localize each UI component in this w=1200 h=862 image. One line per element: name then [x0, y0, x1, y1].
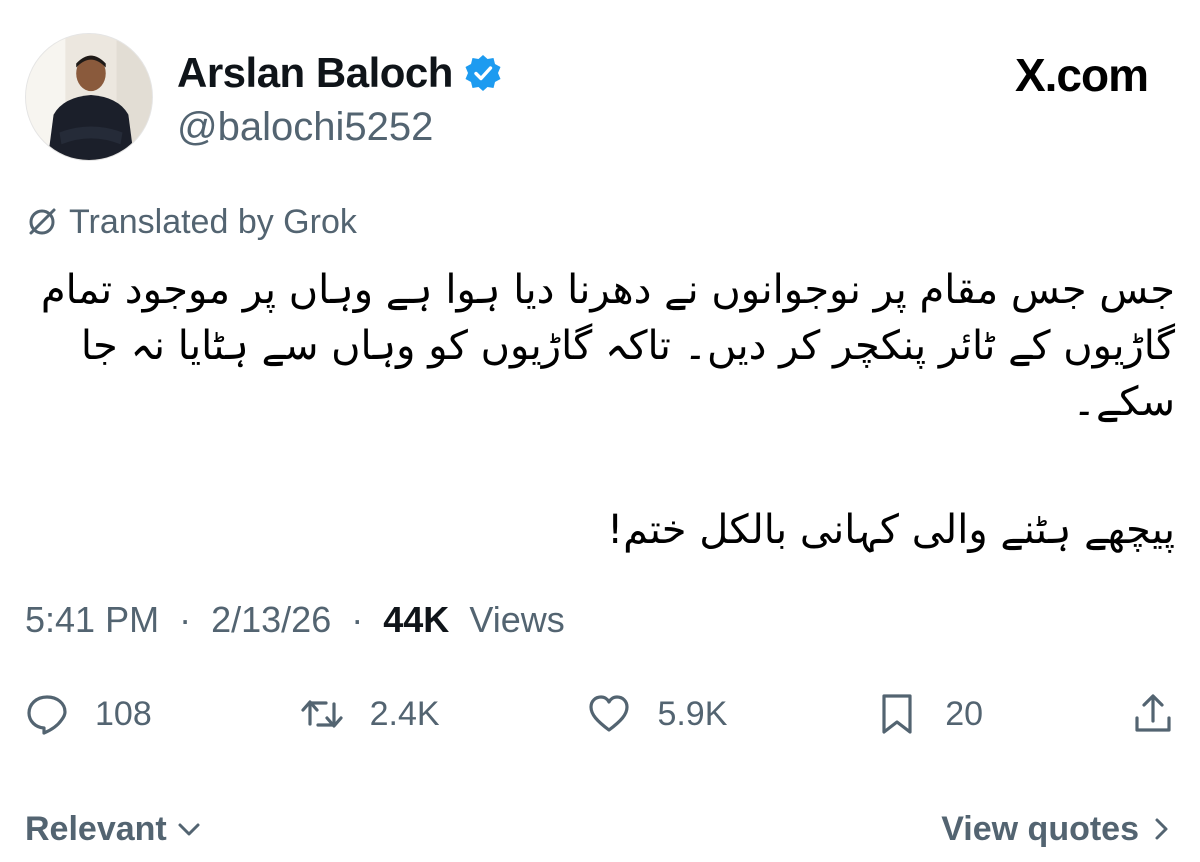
author-handle[interactable]: @balochi5252 [177, 103, 433, 151]
view-quotes-label: View quotes [941, 809, 1139, 848]
chevron-down-icon [178, 823, 200, 836]
replies-footer: Relevant View quotes [25, 805, 1175, 853]
bookmark-button[interactable]: 20 [875, 692, 983, 736]
tweet-meta: 5:41 PM · 2/13/26 · 44K Views [25, 596, 565, 644]
share-icon [1135, 694, 1171, 732]
action-bar: 108 2.4K 5.9K 20 [25, 686, 1175, 742]
author-display-name[interactable]: Arslan Baloch [177, 48, 453, 98]
avatar[interactable] [25, 33, 153, 161]
reply-count: 108 [95, 694, 152, 733]
x-brand-logo: X.com [1014, 49, 1149, 101]
heart-icon [589, 695, 630, 732]
tweet-text: جس جس مقام پر نوجوانوں نے دھرنا دیا ہوا … [25, 262, 1175, 558]
meta-separator: · [351, 599, 364, 640]
tweet-detail: Arslan Baloch @balochi5252 X.com Transla… [0, 0, 1200, 862]
translated-label: Translated by Grok [69, 203, 357, 241]
reply-button[interactable]: 108 [25, 692, 152, 736]
tweet-date[interactable]: 2/13/26 [211, 599, 331, 640]
tweet-paragraph-1: جس جس مقام پر نوجوانوں نے دھرنا دیا ہوا … [40, 267, 1175, 425]
author-name-row[interactable]: Arslan Baloch [177, 48, 503, 98]
views-count[interactable]: 44K [383, 599, 449, 640]
bookmark-icon [882, 694, 912, 734]
translated-by-grok[interactable]: Translated by Grok [25, 200, 357, 244]
tweet-time[interactable]: 5:41 PM [25, 599, 159, 640]
sort-dropdown[interactable]: Relevant [25, 810, 203, 849]
like-button[interactable]: 5.9K [587, 692, 727, 736]
verified-badge-icon[interactable] [463, 53, 503, 93]
repost-count: 2.4K [369, 694, 440, 733]
reply-icon [27, 695, 67, 735]
sort-label: Relevant [25, 809, 167, 848]
views-label: Views [469, 599, 565, 640]
meta-separator: · [179, 599, 192, 640]
repost-button[interactable]: 2.4K [300, 692, 440, 736]
bookmark-count: 20 [945, 694, 984, 733]
repost-icon [301, 700, 343, 728]
tweet-paragraph-2: پیچھے ہٹنے والی کہانی بالکل ختم! [607, 507, 1175, 553]
like-count: 5.9K [657, 694, 728, 733]
view-quotes-link[interactable]: View quotes [941, 810, 1175, 849]
share-button[interactable] [1131, 692, 1175, 736]
grok-slash-icon [29, 208, 56, 235]
chevron-right-icon [1155, 818, 1168, 840]
avatar-image [26, 34, 152, 160]
